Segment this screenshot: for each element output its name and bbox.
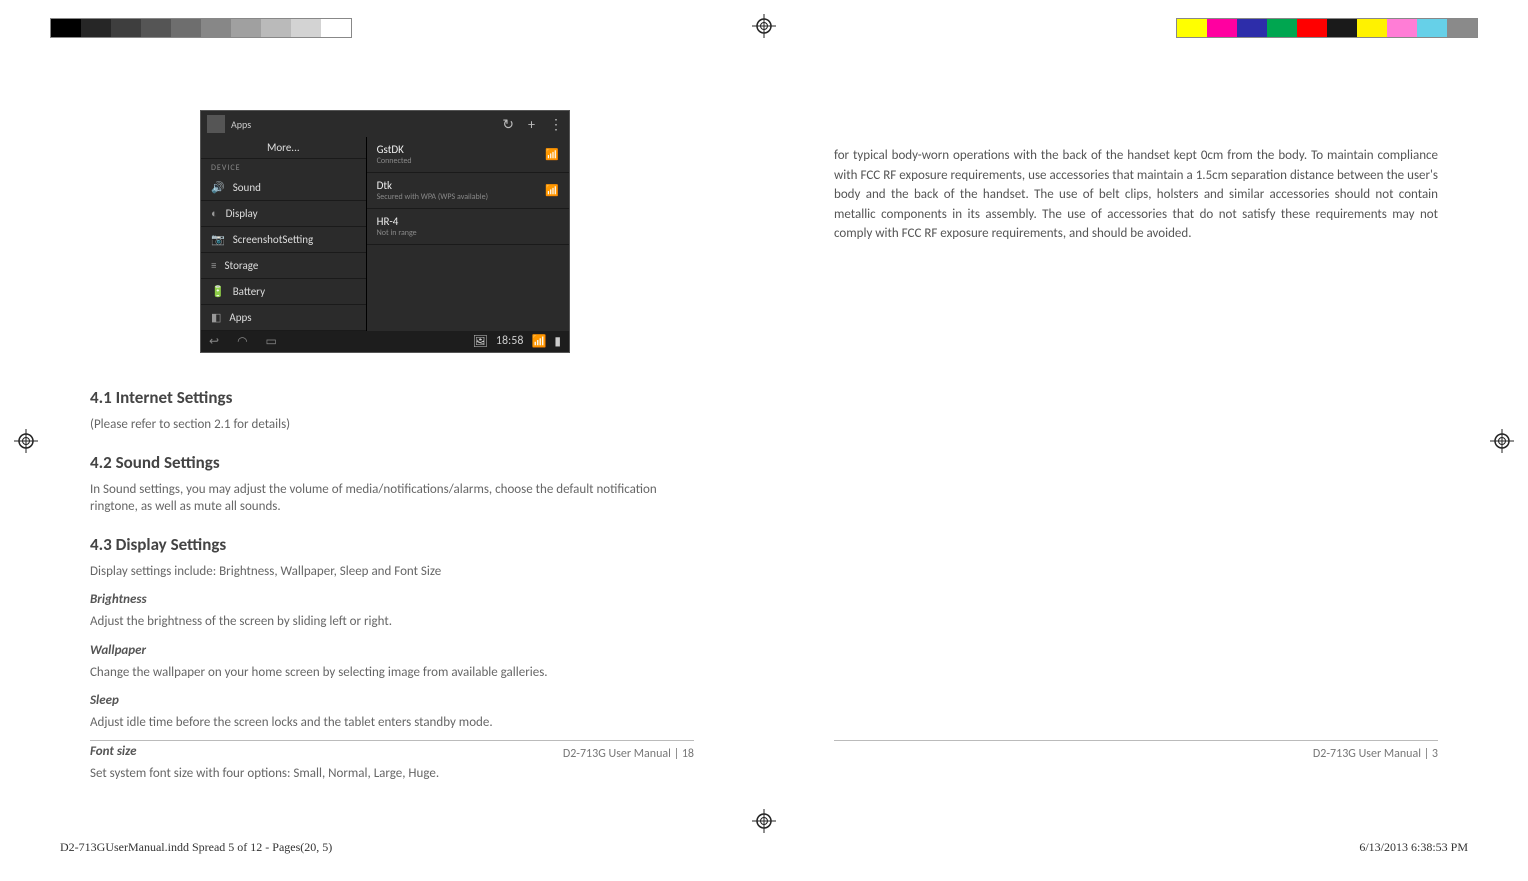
add-icon: + [528,116,535,133]
section-4-2-body: In Sound settings, you may adjust the vo… [90,481,694,516]
sidebar-item-label: ScreenshotSetting [233,233,314,246]
swatch [201,19,231,37]
image-status-icon: 🖼 [473,334,488,349]
page-footer-right: D2-713G User Manual | 3 [834,740,1438,761]
page-right: for typical body-worn operations with th… [804,60,1468,771]
swatch [81,19,111,37]
fcc-compliance-text: for typical body-worn operations with th… [834,90,1438,244]
sidebar-item-icon: 📷 [211,233,225,246]
swatch [1417,19,1447,37]
clock-time: 18:58 [496,334,524,349]
page-left: Apps ↻ + ⋮ More... DEVICE 🔊 Sound ◐ Display… [60,60,724,771]
wifi-signal-icon: 📶 [545,148,559,161]
more-icon: ⋮ [549,116,563,133]
registration-mark-icon [14,429,38,453]
swatch [291,19,321,37]
sheet-footer: D2-713GUserManual.indd Spread 5 of 12 - … [60,840,1468,855]
indesign-timestamp: 6/13/2013 6:38:53 PM [1359,840,1468,855]
swatch [171,19,201,37]
spread: Apps ↻ + ⋮ More... DEVICE 🔊 Sound ◐ Display… [60,60,1468,771]
sidebar-item-label: Storage [224,259,258,272]
wifi-network-row: DtkSecured with WPA (WPS available) 📶 [367,173,569,209]
swatch [111,19,141,37]
wifi-network-status: Secured with WPA (WPS available) [377,192,488,202]
colorbar-right [1176,18,1478,38]
swatch [231,19,261,37]
back-icon: ↩ [209,334,219,349]
swatch [1267,19,1297,37]
brightness-body: Adjust the brightness of the screen by s… [90,613,694,631]
sidebar-item: 🔋 Battery [201,279,366,305]
registration-mark-icon [752,809,776,833]
wifi-network-name: Dtk [377,179,488,192]
registration-mark-icon [752,14,776,38]
sleep-body: Adjust idle time before the screen locks… [90,714,694,732]
indesign-filename: D2-713GUserManual.indd Spread 5 of 12 - … [60,840,332,855]
swatch [1447,19,1477,37]
sidebar-item: 🔊 Sound [201,175,366,201]
swatch [1297,19,1327,37]
recent-icon: ▭ [266,334,277,349]
settings-icon [207,115,225,133]
sidebar-item-icon: 🔊 [211,181,225,194]
battery-status-icon: ▮ [554,334,561,349]
section-4-3-body: Display settings include: Brightness, Wa… [90,563,694,581]
sidebar-item: ◧ Apps [201,305,366,331]
font-body: Set system font size with four options: … [90,765,694,783]
wifi-network-status: Not in range [377,228,417,238]
wifi-status-icon: 📶 [531,334,546,349]
android-settings-screenshot: Apps ↻ + ⋮ More... DEVICE 🔊 Sound ◐ Display… [200,110,570,353]
swatch [1327,19,1357,37]
sidebar-more: More... [201,137,366,159]
sidebar-item-label: Battery [233,285,265,298]
swatch [51,19,81,37]
swatch [1237,19,1267,37]
sidebar-item-icon: ≡ [211,259,216,272]
screenshot-title: Apps [231,118,251,131]
colorbar-left [50,18,352,38]
sidebar-item: ≡ Storage [201,253,366,279]
swatch [1387,19,1417,37]
swatch [321,19,351,37]
navigation-bar: ↩ ◠ ▭ 🖼 18:58 📶 ▮ [201,331,569,352]
sidebar-item-label: Apps [229,311,251,324]
sidebar-item-label: Display [226,207,258,220]
sidebar-item-label: Sound [233,181,261,194]
registration-mark-icon [1490,429,1514,453]
wallpaper-heading: Wallpaper [90,643,694,658]
section-4-2-heading: 4.2 Sound Settings [90,452,694,473]
swatch [261,19,291,37]
wifi-network-status: Connected [377,156,412,166]
wifi-network-name: HR-4 [377,215,417,228]
sidebar-item-icon: ◐ [211,207,218,220]
wifi-network-row: HR-4Not in range [367,209,569,245]
refresh-icon: ↻ [502,116,514,133]
swatch [1207,19,1237,37]
sleep-heading: Sleep [90,693,694,708]
section-4-3-heading: 4.3 Display Settings [90,534,694,555]
home-icon: ◠ [237,334,247,349]
sidebar-item: ◐ Display [201,201,366,227]
wifi-network-list: GstDKConnected📶DtkSecured with WPA (WPS … [367,137,569,331]
swatch [141,19,171,37]
settings-sidebar: More... DEVICE 🔊 Sound ◐ Display📷 Screenshot… [201,137,367,331]
swatch [1357,19,1387,37]
sidebar-header: DEVICE [201,159,366,175]
sidebar-item-icon: ◧ [211,311,221,324]
wifi-network-row: GstDKConnected 📶 [367,137,569,173]
wallpaper-body: Change the wallpaper on your home screen… [90,664,694,682]
page-footer-left: D2-713G User Manual | 18 [90,740,694,761]
wifi-signal-icon: 📶 [545,184,559,197]
section-4-1-body: (Please refer to section 2.1 for details… [90,416,694,434]
sidebar-item-icon: 🔋 [211,285,225,298]
wifi-network-name: GstDK [377,143,412,156]
brightness-heading: Brightness [90,592,694,607]
sidebar-item: 📷 ScreenshotSetting [201,227,366,253]
swatch [1177,19,1207,37]
section-4-1-heading: 4.1 Internet Settings [90,387,694,408]
